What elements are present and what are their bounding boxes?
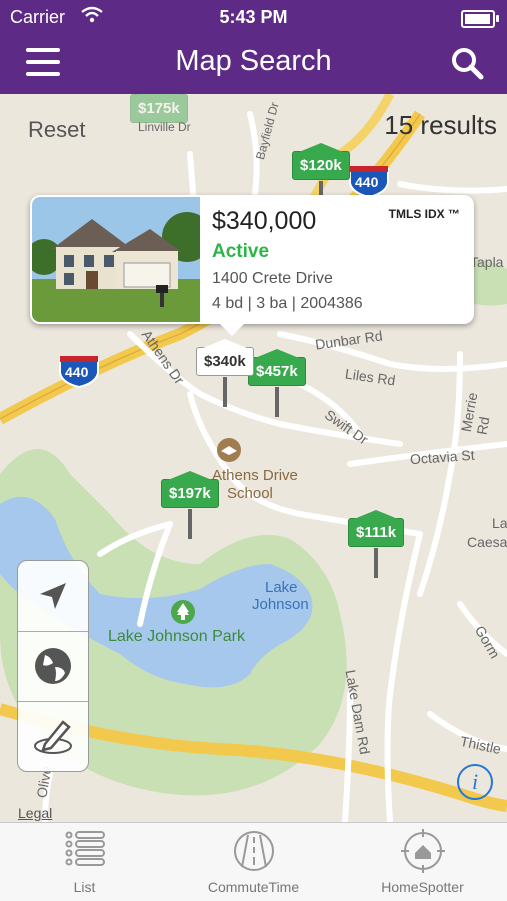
pin-price: $120k (292, 143, 350, 180)
listing-pin[interactable]: $457k (248, 349, 306, 417)
draw-pencil-icon[interactable] (18, 701, 88, 771)
search-icon[interactable] (449, 45, 485, 86)
pin-price: $175k (130, 94, 188, 123)
water-label: Lake (265, 579, 298, 596)
listing-photo (32, 197, 200, 322)
listing-pin[interactable]: $175k (130, 94, 188, 123)
target-home-icon (338, 829, 507, 873)
mls-logo: TMLS IDX ™ (388, 207, 460, 221)
poi-label: School (227, 485, 273, 502)
results-count: 15 results (384, 110, 497, 140)
road-icon (169, 829, 338, 873)
battery-icon (461, 10, 499, 28)
pin-price: $340k (196, 339, 254, 376)
clock: 5:43 PM (219, 7, 288, 27)
info-icon[interactable]: i (457, 764, 493, 800)
tab-list[interactable]: List (0, 823, 169, 901)
legal-link[interactable]: Legal (18, 805, 52, 821)
street-label: Lake (492, 515, 507, 531)
pin-price: $111k (348, 510, 405, 547)
tab-bar: List CommuteTime HomeSpotter (0, 822, 507, 901)
listing-pin[interactable]: $120k (292, 143, 350, 211)
listing-status: Active (212, 241, 270, 262)
listing-details: 4 bd | 3 ba | 2004386 (212, 295, 363, 312)
page-title: Map Search (175, 45, 332, 77)
listing-callout[interactable]: $340,000 TMLS IDX ™ Active 1400 Crete Dr… (30, 195, 474, 336)
shield-label: 440 (65, 364, 89, 380)
status-bar: Carrier 5:43 PM (0, 0, 507, 36)
park-label: Lake Johnson Park (108, 628, 245, 645)
pin-price: $457k (248, 349, 306, 386)
poi-label: Athens Drive (212, 467, 298, 484)
tab-label: HomeSpotter (381, 879, 464, 895)
water-label: Johnson (252, 596, 309, 613)
location-arrow-icon[interactable] (18, 561, 88, 631)
map-view[interactable]: Dunbar Rd Liles Rd Swift Dr Octavia St A… (0, 94, 507, 822)
list-icon (0, 829, 169, 867)
listing-price: $340,000 (212, 207, 317, 235)
reset-button[interactable]: Reset (28, 117, 85, 143)
tab-commutetime[interactable]: CommuteTime (169, 823, 338, 901)
listing-pin-selected[interactable]: $340k (196, 339, 254, 407)
listing-pin[interactable]: $111k (348, 510, 405, 578)
tab-homespotter[interactable]: HomeSpotter (338, 823, 507, 901)
globe-icon[interactable] (18, 631, 88, 701)
listing-pin[interactable]: $197k (161, 471, 219, 539)
listing-address: 1400 Crete Drive (212, 270, 333, 287)
street-label: Caesa (467, 534, 507, 550)
street-label: Tapla (470, 254, 504, 270)
nav-bar: Map Search (0, 36, 507, 94)
tab-label: CommuteTime (207, 879, 300, 895)
map-controls (17, 560, 89, 772)
pin-price: $197k (161, 471, 219, 508)
tab-label: List (73, 879, 96, 895)
shield-label: 440 (355, 174, 379, 190)
